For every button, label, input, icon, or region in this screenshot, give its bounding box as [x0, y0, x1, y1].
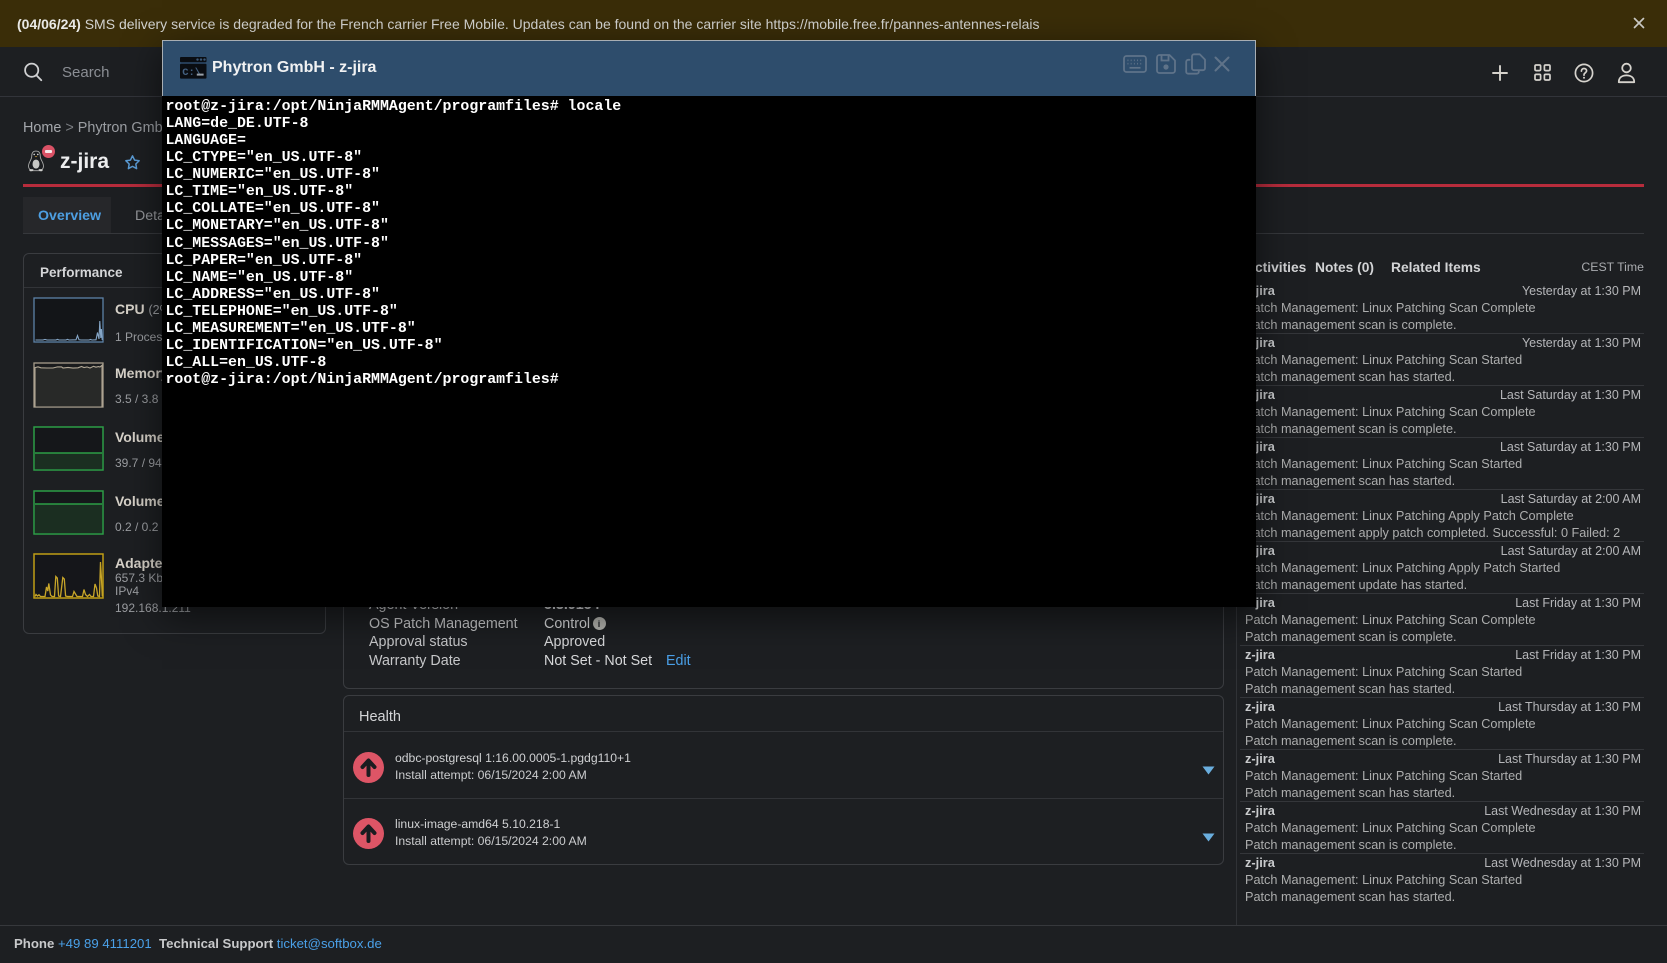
svg-text:C:\: C:\ — [182, 67, 201, 79]
